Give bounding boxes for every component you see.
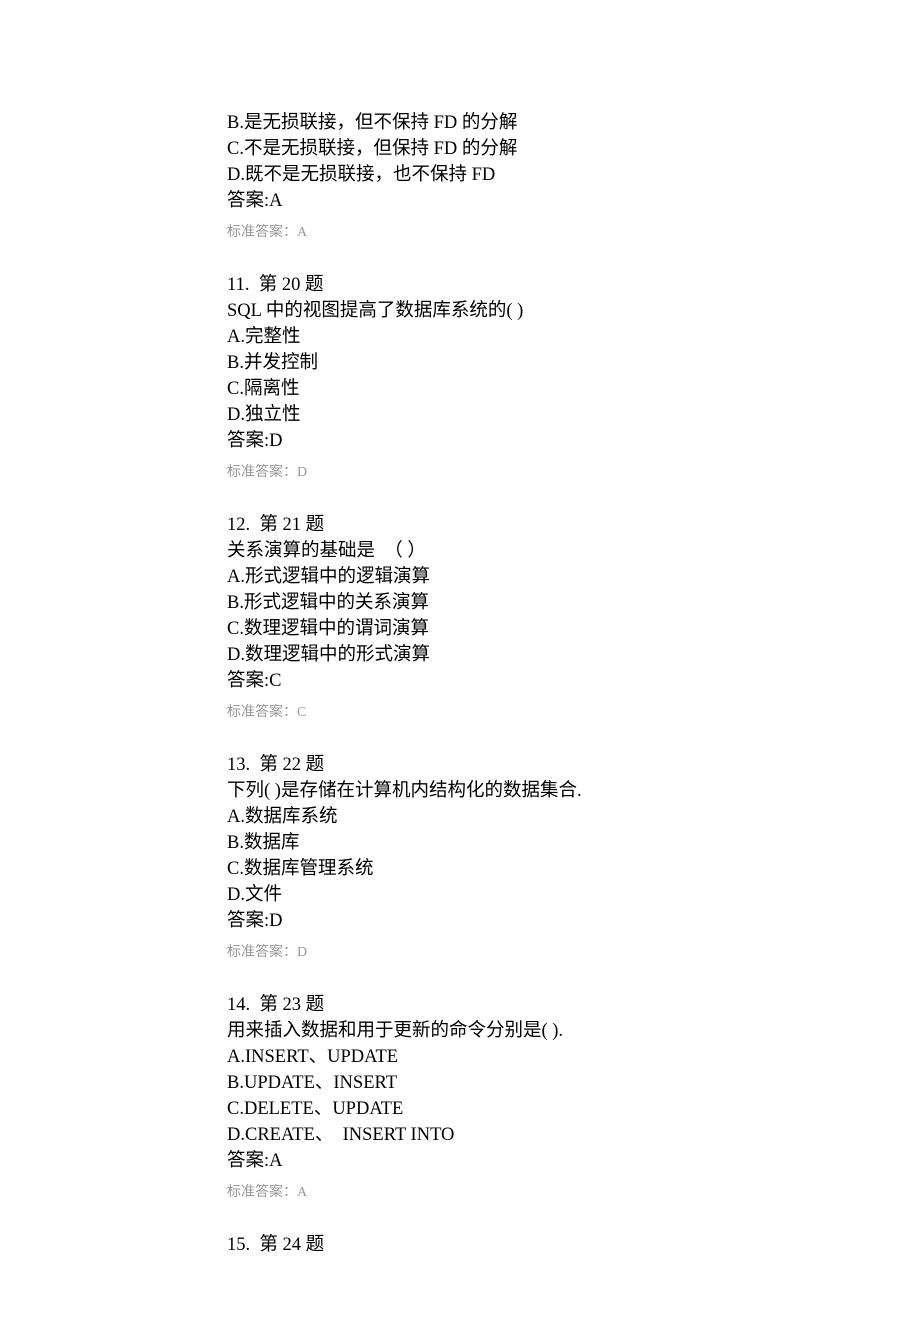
q14-option-c: C.DELETE、UPDATE bbox=[227, 1096, 737, 1122]
spacer bbox=[227, 726, 737, 752]
q14-option-b: B.UPDATE、INSERT bbox=[227, 1070, 737, 1096]
q12-answer: 答案:C bbox=[227, 668, 737, 694]
spacer bbox=[227, 966, 737, 992]
q14-stem: 用来插入数据和用于更新的命令分别是( ). bbox=[227, 1018, 737, 1044]
q11-header: 11. 第 20 题 bbox=[227, 272, 737, 298]
q12-stem: 关系演算的基础是 （ ） bbox=[227, 538, 737, 564]
q11-answer: 答案:D bbox=[227, 428, 737, 454]
q11-stem: SQL 中的视图提高了数据库系统的( ) bbox=[227, 298, 737, 324]
q10-option-b: B.是无损联接，但不保持 FD 的分解 bbox=[227, 110, 737, 136]
q13-header: 13. 第 22 题 bbox=[227, 752, 737, 778]
q14-option-a: A.INSERT、UPDATE bbox=[227, 1044, 737, 1070]
q13-answer: 答案:D bbox=[227, 908, 737, 934]
q14-answer: 答案:A bbox=[227, 1148, 737, 1174]
q13-option-a: A.数据库系统 bbox=[227, 804, 737, 830]
q13-option-d: D.文件 bbox=[227, 882, 737, 908]
q13-option-b: B.数据库 bbox=[227, 830, 737, 856]
q11-std-answer: 标准答案：D bbox=[227, 462, 737, 484]
q12-option-b: B.形式逻辑中的关系演算 bbox=[227, 590, 737, 616]
q14-std-answer: 标准答案：A bbox=[227, 1182, 737, 1204]
q13-std-answer: 标准答案：D bbox=[227, 942, 737, 964]
spacer bbox=[227, 246, 737, 272]
q13-stem: 下列( )是存储在计算机内结构化的数据集合. bbox=[227, 778, 737, 804]
q13-option-c: C.数据库管理系统 bbox=[227, 856, 737, 882]
q12-option-d: D.数理逻辑中的形式演算 bbox=[227, 642, 737, 668]
spacer bbox=[227, 486, 737, 512]
q15-header: 15. 第 24 题 bbox=[227, 1232, 737, 1258]
q12-option-a: A.形式逻辑中的逻辑演算 bbox=[227, 564, 737, 590]
q11-option-a: A.完整性 bbox=[227, 324, 737, 350]
q11-option-c: C.隔离性 bbox=[227, 376, 737, 402]
q10-option-c: C.不是无损联接，但保持 FD 的分解 bbox=[227, 136, 737, 162]
q10-answer: 答案:A bbox=[227, 188, 737, 214]
q10-option-d: D.既不是无损联接，也不保持 FD bbox=[227, 162, 737, 188]
q12-std-answer: 标准答案：C bbox=[227, 702, 737, 724]
q12-option-c: C.数理逻辑中的谓词演算 bbox=[227, 616, 737, 642]
q14-option-d: D.CREATE、 INSERT INTO bbox=[227, 1122, 737, 1148]
q12-header: 12. 第 21 题 bbox=[227, 512, 737, 538]
document-page: B.是无损联接，但不保持 FD 的分解 C.不是无损联接，但保持 FD 的分解 … bbox=[0, 0, 737, 1318]
spacer bbox=[227, 1206, 737, 1232]
q10-std-answer: 标准答案：A bbox=[227, 222, 737, 244]
q11-option-d: D.独立性 bbox=[227, 402, 737, 428]
q14-header: 14. 第 23 题 bbox=[227, 992, 737, 1018]
q11-option-b: B.并发控制 bbox=[227, 350, 737, 376]
